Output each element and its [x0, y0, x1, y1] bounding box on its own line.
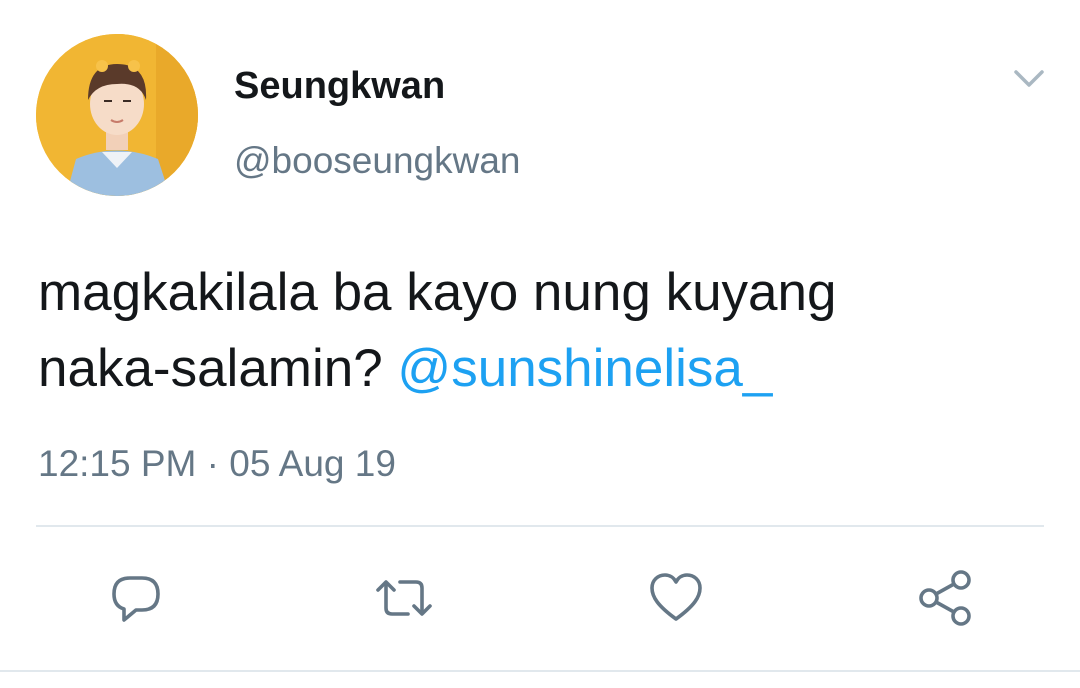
tweet-text: magkakilala ba kayo nung kuyang naka-sal…	[38, 255, 1048, 407]
tweet-card: Seungkwan @booseungkwan magkakilala ba k…	[0, 0, 1080, 688]
tweet-text-line: magkakilala ba kayo nung kuyang	[38, 263, 837, 322]
reply-button[interactable]	[104, 566, 168, 630]
avatar[interactable]	[36, 34, 198, 196]
mention-link[interactable]: @sunshinelisa_	[397, 339, 772, 398]
share-button[interactable]	[914, 566, 978, 630]
heart-icon	[646, 568, 706, 628]
share-icon	[914, 566, 978, 630]
divider	[0, 670, 1080, 672]
user-handle[interactable]: @booseungkwan	[234, 138, 520, 184]
tweet-text-line: naka-salamin? @sunshinelisa_	[38, 331, 1048, 407]
like-button[interactable]	[644, 566, 708, 630]
divider	[36, 525, 1044, 527]
reply-icon	[106, 568, 166, 628]
retweet-icon	[372, 568, 436, 628]
tweet-timestamp[interactable]: 12:15 PM · 05 Aug 19	[38, 440, 396, 488]
tweet-text-segment: naka-salamin?	[38, 339, 383, 398]
display-name[interactable]: Seungkwan	[234, 62, 445, 110]
chevron-down-icon[interactable]	[1008, 62, 1050, 98]
retweet-button[interactable]	[372, 566, 436, 630]
